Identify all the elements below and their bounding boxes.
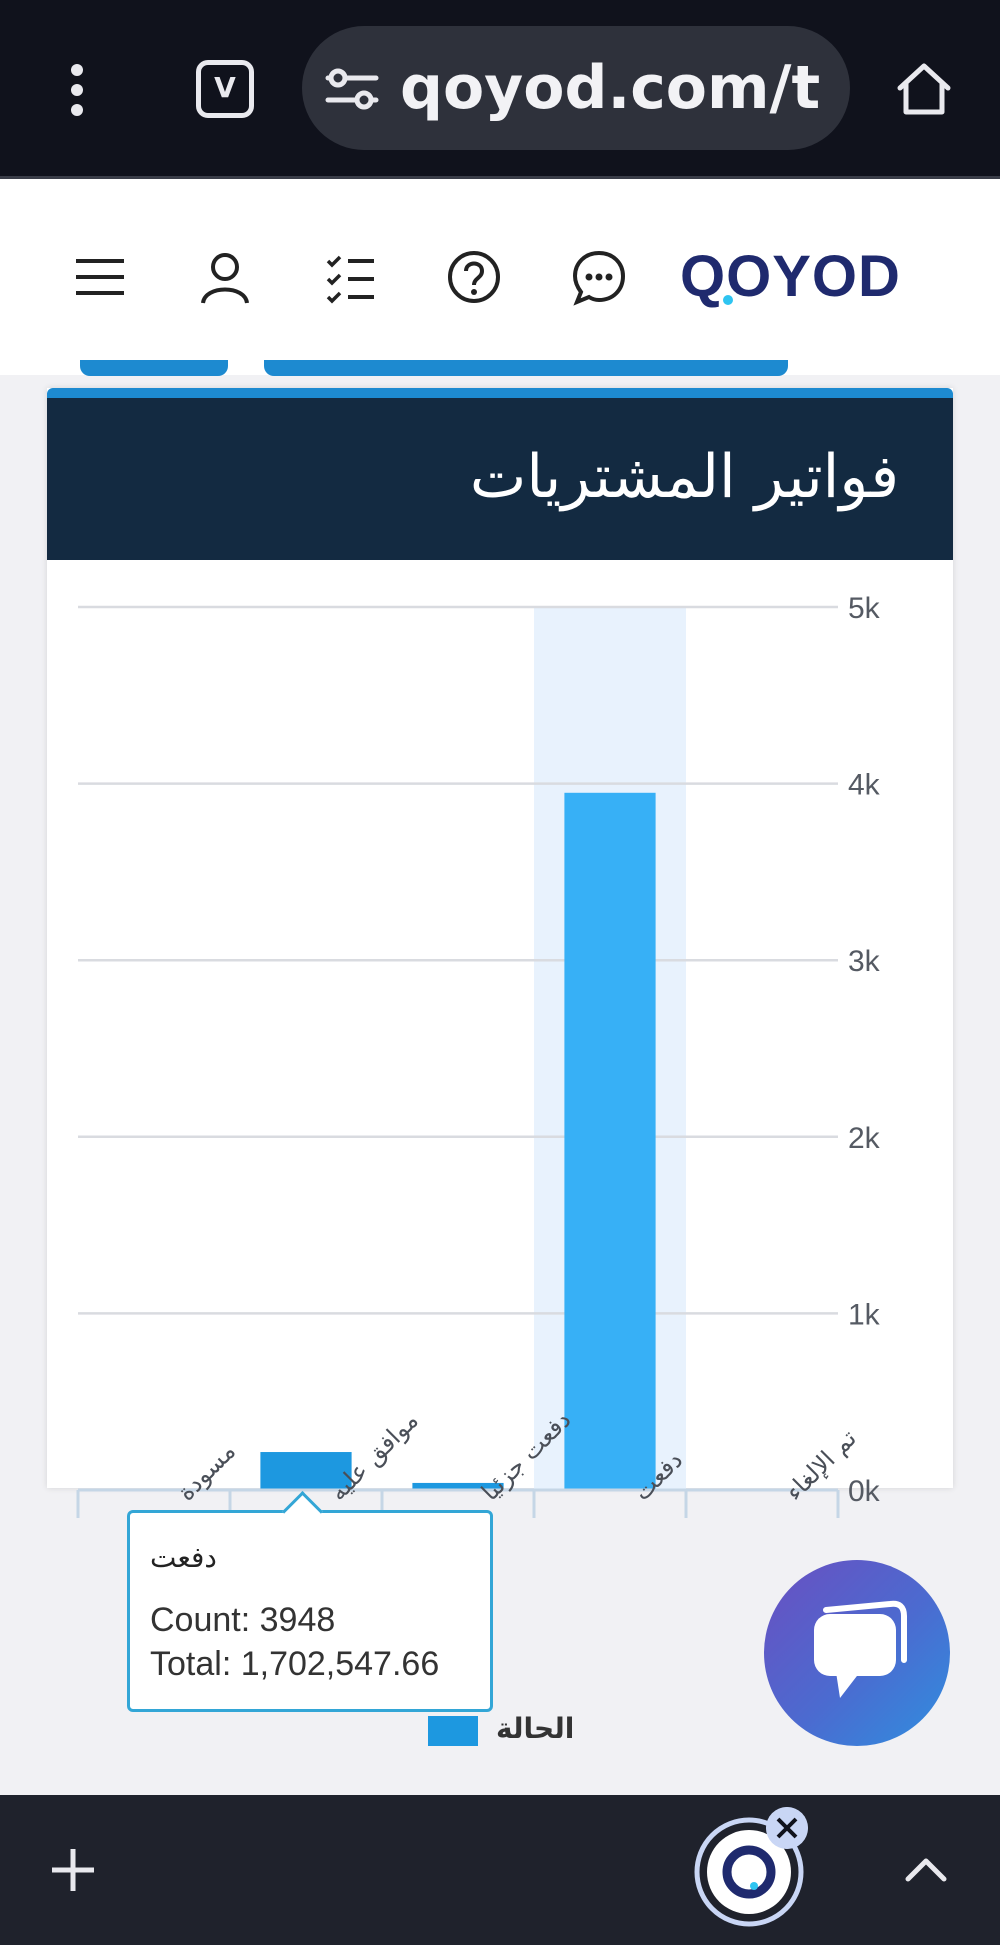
- tooltip-title: دفعت: [150, 1541, 217, 1574]
- y-tick-label: 4k: [848, 769, 881, 802]
- close-bubble-icon[interactable]: [766, 1807, 808, 1849]
- chart-tooltip: دفعت Count: 3948 Total: 1,702,547.66: [127, 1490, 493, 1712]
- y-tick-label: 1k: [848, 1298, 881, 1331]
- tooltip-count: Count: 3948: [150, 1601, 336, 1639]
- browser-bottom-bar: [0, 1795, 1000, 1945]
- y-tick-label: 3k: [848, 945, 881, 978]
- y-tick-label: 0k: [848, 1475, 881, 1508]
- y-tick-label: 2k: [848, 1122, 881, 1155]
- legend-label: الحالة: [496, 1712, 575, 1745]
- bar[interactable]: [564, 792, 656, 1490]
- chat-bubble-icon: [814, 1600, 907, 1698]
- legend-swatch: [428, 1716, 478, 1746]
- new-tab-plus-icon[interactable]: [48, 1845, 98, 1895]
- y-tick-label: 5k: [848, 592, 881, 625]
- live-chat-button[interactable]: [764, 1560, 950, 1746]
- chevron-up-icon[interactable]: [902, 1851, 950, 1887]
- tooltip-total: Total: 1,702,547.66: [150, 1645, 440, 1683]
